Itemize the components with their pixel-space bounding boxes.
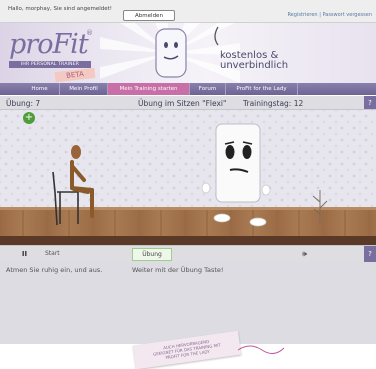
logo-subtitle: IHR PERSONAL TRAINER	[9, 61, 91, 68]
training-day: Trainingstag: 12	[243, 99, 304, 108]
playback-controls: II Start Übung 🕪 ?	[0, 245, 376, 263]
mannequin-head	[71, 145, 81, 159]
exercise-bar: Übung: 7 Übung im Sitzen "Flexi" Trainin…	[0, 96, 376, 110]
exercise-number: Übung: 7	[6, 99, 41, 108]
add-icon[interactable]: +	[23, 112, 35, 124]
account-links[interactable]: Registrieren | Passwort vergessen	[287, 12, 372, 18]
beta-badge: BETA	[54, 67, 96, 83]
mannequin-icon	[70, 160, 94, 218]
exercise-title: Übung im Sitzen "Flexi"	[138, 99, 227, 108]
exercise-scene	[0, 110, 376, 245]
nav-item-home[interactable]: Home	[20, 83, 60, 95]
trainer-character-icon	[201, 123, 271, 227]
sound-icon[interactable]: 🕪	[302, 249, 307, 259]
mascot-icon	[155, 28, 187, 78]
next-hint-text: Weiter mit der Übung Taste!	[132, 266, 224, 274]
header-rays-graphic	[100, 23, 240, 83]
nav-item-lady[interactable]: ProFit for the Lady	[226, 83, 298, 95]
logo-registered-mark: ®	[86, 29, 93, 37]
scene-figures	[52, 123, 328, 227]
exercise-button[interactable]: Übung	[132, 248, 172, 261]
instruction-text: Atmen Sie ruhig ein, und aus.	[6, 266, 103, 274]
controls-help-button[interactable]: ?	[364, 246, 376, 262]
nav-item-start-training[interactable]: Mein Training starten	[108, 83, 190, 95]
start-button[interactable]: Start	[45, 250, 60, 257]
top-bar: Hallo, morphay, Sie sind angemeldet! Abm…	[0, 0, 376, 23]
main-nav: Home Mein Profil Mein Training starten F…	[0, 83, 376, 95]
instruction-panel: Atmen Sie ruhig ein, und aus. Weiter mit…	[0, 262, 376, 344]
logout-button[interactable]: Abmelden	[123, 10, 175, 21]
nav-item-forum[interactable]: Forum	[190, 83, 226, 95]
slogan-line-2: unverbindlich	[220, 60, 289, 71]
greeting-text: Hallo, morphay, Sie sind angemeldet!	[8, 6, 113, 12]
logo-text[interactable]: proFit	[9, 29, 89, 60]
pause-icon[interactable]: II	[20, 249, 29, 258]
slogan: kostenlos & unverbindlich	[220, 51, 288, 71]
site-header: proFit ® IHR PERSONAL TRAINER BETA koste…	[0, 23, 376, 83]
help-button[interactable]: ?	[364, 96, 376, 109]
plant-icon	[312, 190, 328, 224]
chair-icon	[52, 171, 79, 226]
card-string-icon	[237, 345, 285, 354]
nav-item-profile[interactable]: Mein Profil	[60, 83, 108, 95]
